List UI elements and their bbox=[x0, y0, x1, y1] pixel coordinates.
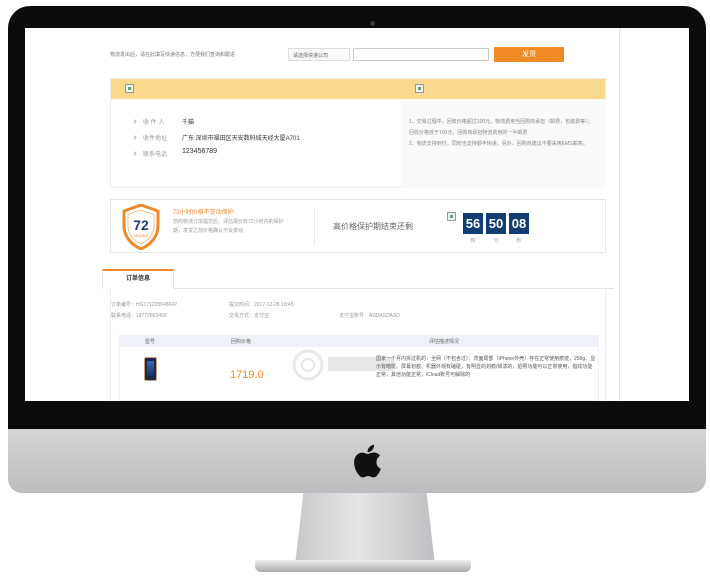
address-key: 收件地址 bbox=[143, 136, 168, 142]
order-number: 订单编号：HG171228648642 bbox=[111, 302, 177, 308]
logistics-instruction: 物流发出后，请在此填写快递信息，方便我们查询和跟进 bbox=[110, 52, 236, 58]
timer-seconds: 08 bbox=[509, 213, 529, 234]
guarantee-title: 72小时价格不变动保护 bbox=[173, 210, 234, 216]
address-key: 联系电话 bbox=[143, 152, 168, 158]
evaluation-description: 国家一个月内拆过机的：全网（不包含过）、背面局部（iPhone外壳）存在正常使用… bbox=[376, 356, 596, 378]
order-time: 提交时间：2017-12-28 18:45 bbox=[229, 302, 294, 308]
broken-image-icon bbox=[415, 84, 424, 93]
broken-image-icon bbox=[125, 84, 134, 93]
broken-image-icon bbox=[447, 212, 456, 221]
price-guarantee-card: 72 HOURS 72小时价格不变动保护 您的物流订单提交后，评估报价有72小时… bbox=[110, 199, 606, 253]
order-pay-method: 交易方式：支付宝 bbox=[229, 313, 270, 319]
address-key: 收 件 人 bbox=[143, 120, 165, 126]
logistics-form: 物流发出后，请在此填写快递信息，方便我们查询和跟进 请选择快递公司 发货 bbox=[110, 47, 610, 63]
sidebar-divider bbox=[619, 28, 620, 401]
order-phone: 联系电话：18772863493 bbox=[111, 313, 167, 319]
protection-countdown-label: 高价格保护期结束还剩 bbox=[333, 222, 413, 231]
timer-hours-label: 时 bbox=[470, 238, 476, 244]
timer-minutes: 50 bbox=[486, 213, 506, 234]
address-value: 广东 深圳市福田区天安数码城天经大厦A701 bbox=[182, 136, 300, 142]
monitor-stand bbox=[295, 493, 435, 565]
order-page: 物流发出后，请在此填写快递信息，方便我们查询和跟进 请选择快递公司 发货 收 件… bbox=[102, 28, 614, 401]
shield-badge-icon: 72 HOURS bbox=[122, 204, 160, 250]
chevron-right-icon bbox=[132, 119, 137, 124]
divider bbox=[314, 208, 315, 246]
shipping-note: 1、交易过程中，回收价格超过100元，物流费用当回购商承担（邮费，包装费等）；回… bbox=[409, 119, 593, 136]
screen: 物流发出后，请在此填写快递信息，方便我们查询和跟进 请选择快递公司 发货 收 件… bbox=[25, 28, 689, 401]
shipping-notes: 1、交易过程中，回收价格超过100元，物流费用当回购商承担（邮费，包装费等）；回… bbox=[401, 99, 606, 188]
timer-seconds-label: 秒 bbox=[516, 238, 522, 244]
address-card-header bbox=[111, 79, 605, 99]
badge-number: 72 bbox=[133, 217, 149, 233]
address-value: 123456789 bbox=[182, 148, 218, 155]
shipping-note: 2、物流支持到付，同时也支持顺丰快递，另外，回购商建议不要采用EMS邮寄。 bbox=[409, 141, 588, 147]
address-card: 收 件 人 千猫 收件地址 广东 深圳市福田区天安数码城天经大厦A701 联系电… bbox=[110, 78, 606, 188]
tracking-number-input[interactable] bbox=[353, 48, 489, 61]
chevron-right-icon bbox=[132, 135, 137, 140]
camera-dot bbox=[370, 21, 375, 26]
timer-hours: 56 bbox=[463, 213, 483, 234]
order-item-row: 1719.0 国家一个月内拆过机的：全网（不包含过）、背面局部（iPhone外壳… bbox=[119, 347, 599, 401]
shipping-notes-text: 1、交易过程中，回收价格超过100元，物流费用当回购商承担（邮费，包装费等）；回… bbox=[409, 117, 593, 150]
ship-button[interactable]: 发货 bbox=[494, 47, 564, 62]
address-value: 千猫 bbox=[182, 120, 195, 126]
column-header-price: 回购价格 bbox=[231, 339, 252, 345]
phone-product-image bbox=[144, 357, 157, 381]
guarantee-description: 您的物流订单提交后，评估报价有72小时内的保护期，发货之前价格确认不会变动 bbox=[173, 219, 284, 234]
timer-minutes-label: 分 bbox=[493, 238, 499, 244]
tab-order-info[interactable]: 订单信息 bbox=[102, 269, 174, 289]
courier-company-select[interactable]: 请选择快递公司 bbox=[288, 48, 350, 61]
column-header-model: 型号 bbox=[145, 339, 156, 345]
order-info-panel: 订单编号：HG171228648642 提交时间：2017-12-28 18:4… bbox=[110, 289, 606, 401]
chevron-right-icon bbox=[132, 151, 137, 156]
badge-word: HOURS bbox=[134, 233, 149, 238]
column-header-evaluation: 评估描述情况 bbox=[429, 339, 460, 345]
order-pay-account: 支付宝账号：ASDASDASD bbox=[339, 313, 400, 319]
apple-logo-icon bbox=[354, 444, 381, 478]
monitor-stand-base bbox=[255, 560, 471, 572]
buyback-price: 1719.0 bbox=[230, 369, 264, 381]
